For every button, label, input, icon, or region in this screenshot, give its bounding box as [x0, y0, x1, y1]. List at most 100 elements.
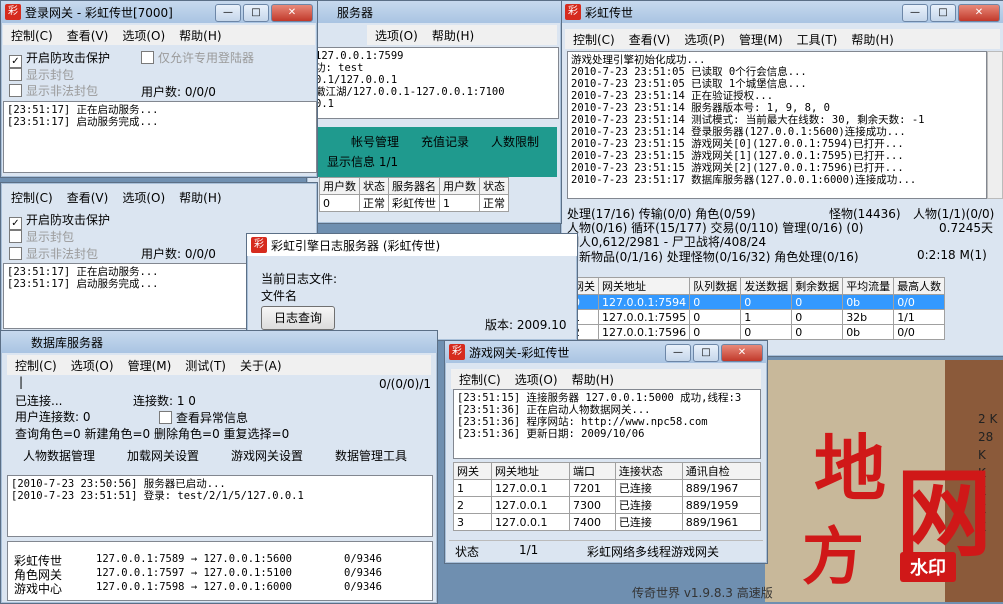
- col-remain[interactable]: 剩余数据: [791, 277, 844, 295]
- login1-menubar: 控制(C) 查看(V) 选项(O) 帮助(H): [3, 25, 315, 45]
- gate-menubar: 控制(C) 选项(O) 帮助(H): [451, 369, 761, 389]
- watermark-char-3: 方: [802, 520, 865, 593]
- col-queue[interactable]: 队列数据: [689, 277, 742, 295]
- app-logo-icon: 彩: [5, 4, 21, 20]
- db-char-manage-button[interactable]: 人物数据管理: [23, 447, 95, 464]
- engine-gate-table: 网关网关地址队列数据发送数据剩余数据平均流量最高人数 0127.0.0.1:75…: [569, 277, 946, 340]
- engine-window: 彩彩虹传世 — □ ✕ 控制(C) 查看(V) 选项(P) 管理(M) 工具(T) 帮助(H)…: [560, 0, 1003, 357]
- db-titlebar[interactable]: 数据库服务器: [1, 331, 437, 353]
- menu-help[interactable]: 帮助(H): [432, 27, 474, 44]
- db-connection-count: 连接数: 1 0: [133, 394, 196, 408]
- minimize-button[interactable]: —: [215, 4, 241, 22]
- db-title: 数据库服务器: [31, 335, 104, 350]
- menu-help[interactable]: 帮助(H): [851, 31, 893, 48]
- account-window: 服务器 选项(O) 帮助(H) 127.0.0.1:7599 功: test 0.…: [306, 0, 562, 224]
- db-connected: 已连接...: [15, 394, 63, 408]
- db-server-window: 数据库服务器 控制(C) 选项(O) 管理(M) 测试(T) 关于(A) | 0/(0/…: [0, 330, 438, 604]
- app-logo-icon: 彩: [565, 4, 581, 20]
- login1-title: 登录网关 - 彩虹传世[7000]: [25, 5, 173, 20]
- list-item[interactable]: 游戏中心: [14, 580, 62, 597]
- col-addr[interactable]: 网关地址: [597, 277, 691, 295]
- gate-titlebar[interactable]: 彩游戏网关-彩虹传世 — □ ✕: [445, 341, 767, 363]
- logsrv-filename-label: 文件名: [261, 289, 298, 303]
- maximize-button[interactable]: □: [243, 4, 269, 22]
- app-logo-icon: 彩: [251, 237, 267, 253]
- db-game-gate-button[interactable]: 游戏网关设置: [231, 447, 303, 464]
- col-max[interactable]: 最高人数: [893, 277, 946, 295]
- app-logo-icon: 彩: [449, 344, 465, 360]
- login1-titlebar[interactable]: 彩登录网关 - 彩虹传世[7000] — □ ✕: [1, 1, 317, 23]
- db-ratio: 0/(0/0)/1: [379, 377, 432, 391]
- account-log: 127.0.0.1:7599 功: test 0.1/127.0.0.1 徽江湖…: [311, 47, 559, 119]
- engine-titlebar[interactable]: 彩彩虹传世 — □ ✕: [561, 1, 1003, 23]
- login1-log: [23:51:17] 正在启动服务... [23:51:17] 启动服务完成..…: [3, 101, 317, 173]
- menu-options[interactable]: 选项(P): [684, 31, 725, 48]
- maximize-button[interactable]: □: [930, 4, 956, 22]
- watermark-char-1: 地: [814, 426, 887, 511]
- account-title: 服务器: [337, 5, 374, 20]
- db-route-list: 彩虹传世 127.0.0.1:7589 → 127.0.0.1:5600 0/9…: [7, 541, 433, 601]
- engine-log: 游戏处理引擎初始化成功... 2010-7-23 23:51:05 已读取 0个…: [567, 51, 987, 199]
- gate-log: [23:51:15] 连接服务器 127.0.0.1:5000 成功,线程:3 …: [453, 389, 761, 459]
- stat-uptime: 0.7245天: [939, 221, 993, 235]
- db-load-gate-button[interactable]: 加载网关设置: [127, 447, 199, 464]
- table-row[interactable]: 3 127.0.0.1 7400 已连接 889/1961: [452, 513, 762, 531]
- account-tabbar: 帐号管理 充值记录 人数限制 显示信息 1/1: [311, 127, 557, 177]
- minimize-button[interactable]: —: [902, 4, 928, 22]
- engine-scrollbar[interactable]: [987, 51, 1003, 199]
- watermark: 地 方 网 水印: [800, 410, 1000, 600]
- account-table: 用户数 状态 服务器名 用户数 状态 0 正常 彩虹传世 1 正常: [319, 177, 509, 212]
- tab-limit[interactable]: 人数限制: [491, 133, 539, 150]
- table-row[interactable]: 2 127.0.0.1 7300 已连接 889/1959: [452, 496, 762, 514]
- table-row[interactable]: 2127.0.0.1:75960000b0/0: [569, 324, 946, 340]
- engine-menubar: 控制(C) 查看(V) 选项(P) 管理(M) 工具(T) 帮助(H): [565, 29, 1000, 49]
- login1-show-illegal[interactable]: 显示非法封包: [9, 82, 98, 99]
- log-query-button[interactable]: 日志查询: [261, 306, 335, 330]
- logsrv-title: 彩虹引擎日志服务器 (彩虹传世): [271, 238, 441, 253]
- login2-show-illegal[interactable]: 显示非法封包: [9, 245, 98, 262]
- db-tools-button[interactable]: 数据管理工具: [335, 447, 407, 464]
- close-button[interactable]: ✕: [721, 344, 763, 362]
- db-cursor: |: [19, 375, 24, 389]
- tab-account[interactable]: 帐号管理: [351, 133, 399, 150]
- login1-dedicated-client[interactable]: 仅允许专用登陆器: [141, 49, 254, 66]
- logsrv-version: 版本: 2009.10: [485, 318, 567, 332]
- col-avg[interactable]: 平均流量: [842, 277, 895, 295]
- db-abnormal-check[interactable]: 查看异常信息: [159, 409, 248, 426]
- login1-show-packets[interactable]: 显示封包: [9, 66, 74, 83]
- db-user-connections: 用户连接数: 0: [15, 410, 91, 424]
- stat-time: 0:2:18 M(1): [917, 248, 987, 262]
- login2-menubar: 控制(C) 查看(V) 选项(O) 帮助(H): [3, 187, 315, 207]
- login-gate-window-1: 彩登录网关 - 彩虹传世[7000] — □ ✕ 控制(C) 查看(V) 选项(O) 帮助…: [0, 0, 318, 178]
- maximize-button[interactable]: □: [693, 344, 719, 362]
- table-row[interactable]: 0127.0.0.1:75940000b0/0: [569, 294, 946, 310]
- tab-recharge[interactable]: 充值记录: [421, 133, 469, 150]
- logsrv-titlebar[interactable]: 彩彩虹引擎日志服务器 (彩虹传世): [247, 234, 577, 256]
- table-row[interactable]: 1127.0.0.1:759501032b1/1: [569, 309, 946, 325]
- close-button[interactable]: ✕: [958, 4, 1000, 22]
- db-menubar: 控制(C) 选项(O) 管理(M) 测试(T) 关于(A): [7, 355, 431, 375]
- gate-table: 网关 网关地址 端口 连接状态 通讯自检 1 127.0.0.1 7201 已连接 889/19…: [452, 462, 762, 531]
- logsrv-current-file-label: 当前日志文件:: [261, 272, 338, 286]
- stat-line-4: 刷新物品(0/1/16) 处理怪物(0/16/32) 角色处理(0/16): [567, 250, 859, 264]
- col-send[interactable]: 发送数据: [740, 277, 793, 295]
- table-row[interactable]: 0 正常 彩虹传世 1 正常: [319, 194, 509, 212]
- minimize-button[interactable]: —: [665, 344, 691, 362]
- db-query-stats: 查询角色=0 新建角色=0 删除角色=0 重复选择=0: [15, 427, 290, 441]
- game-gate-window: 彩游戏网关-彩虹传世 — □ ✕ 控制(C) 选项(O) 帮助(H) [23:51:15…: [444, 340, 768, 564]
- account-menubar: 选项(O) 帮助(H): [367, 25, 557, 45]
- gate-statusbar: 状态 1/1 彩虹网络多线程游戏网关: [449, 540, 763, 559]
- account-titlebar[interactable]: 服务器: [307, 1, 561, 23]
- engine-title: 彩虹传世: [585, 5, 634, 20]
- log-server-window: 彩彩虹引擎日志服务器 (彩虹传世) 当前日志文件: 文件名 日志查询 版本: 2…: [246, 233, 578, 341]
- menu-control[interactable]: 控制(C): [573, 31, 615, 48]
- account-show-info: 显示信息 1/1: [327, 155, 399, 169]
- menu-manage[interactable]: 管理(M): [739, 31, 783, 48]
- table-row[interactable]: 1 127.0.0.1 7201 已连接 889/1967: [452, 479, 762, 497]
- login2-show-packets[interactable]: 显示封包: [9, 228, 74, 245]
- menu-options[interactable]: 选项(O): [375, 27, 418, 44]
- login1-user-count: 用户数: 0/0/0: [141, 85, 216, 99]
- menu-view[interactable]: 查看(V): [629, 31, 671, 48]
- menu-tools[interactable]: 工具(T): [797, 31, 838, 48]
- close-button[interactable]: ✕: [271, 4, 313, 22]
